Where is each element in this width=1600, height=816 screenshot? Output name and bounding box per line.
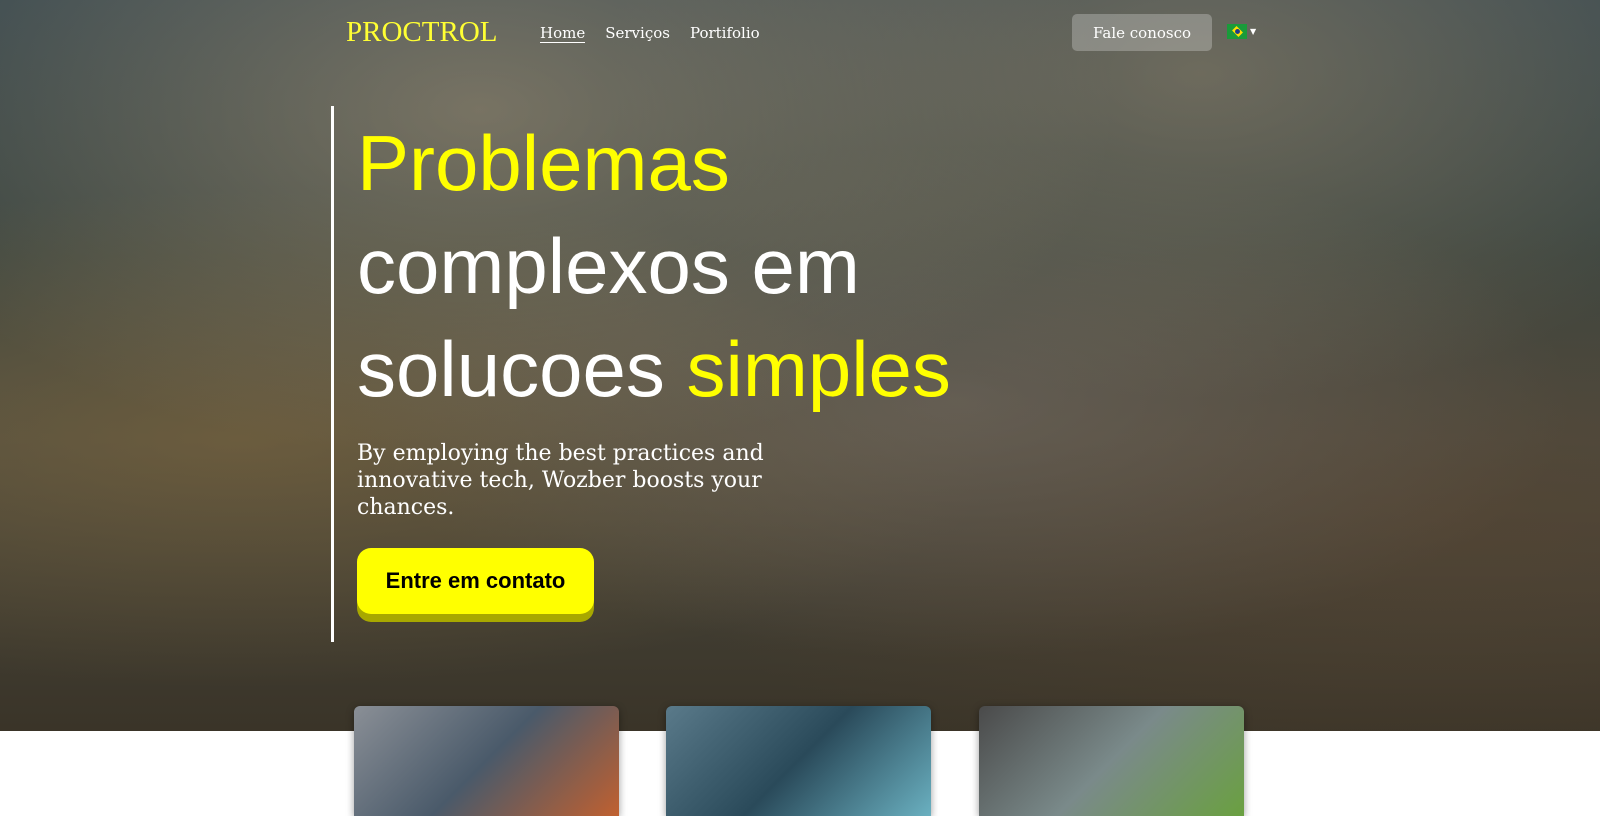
contact-cta-button[interactable]: Entre em contato <box>357 548 594 614</box>
nav-servicos[interactable]: Serviços <box>605 24 670 43</box>
hero-title: Problemas complexos em solucoes simples <box>357 112 951 421</box>
divider <box>331 106 334 642</box>
title-line-1: Problemas <box>357 119 730 207</box>
service-card-image[interactable] <box>354 706 619 816</box>
chevron-down-icon[interactable]: ▼ <box>1250 27 1256 36</box>
brazil-flag-icon[interactable] <box>1227 24 1247 39</box>
nav-home[interactable]: Home <box>540 24 586 43</box>
title-highlight: simples <box>686 325 951 413</box>
nav-links: Home Serviços Portifolio <box>540 24 760 43</box>
title-line-2: complexos em <box>357 222 860 310</box>
service-card-image[interactable] <box>666 706 931 816</box>
contact-button[interactable]: Fale conosco <box>1072 14 1212 51</box>
nav-portifolio[interactable]: Portifolio <box>690 24 760 43</box>
service-card-image[interactable] <box>979 706 1244 816</box>
title-line-3: solucoes <box>357 325 687 413</box>
navbar: PROCTROL Home Serviços Portifolio Fale c… <box>0 0 1600 66</box>
hero-subtitle: By employing the best practices and inno… <box>357 441 764 520</box>
logo[interactable]: PROCTROL <box>346 16 497 49</box>
